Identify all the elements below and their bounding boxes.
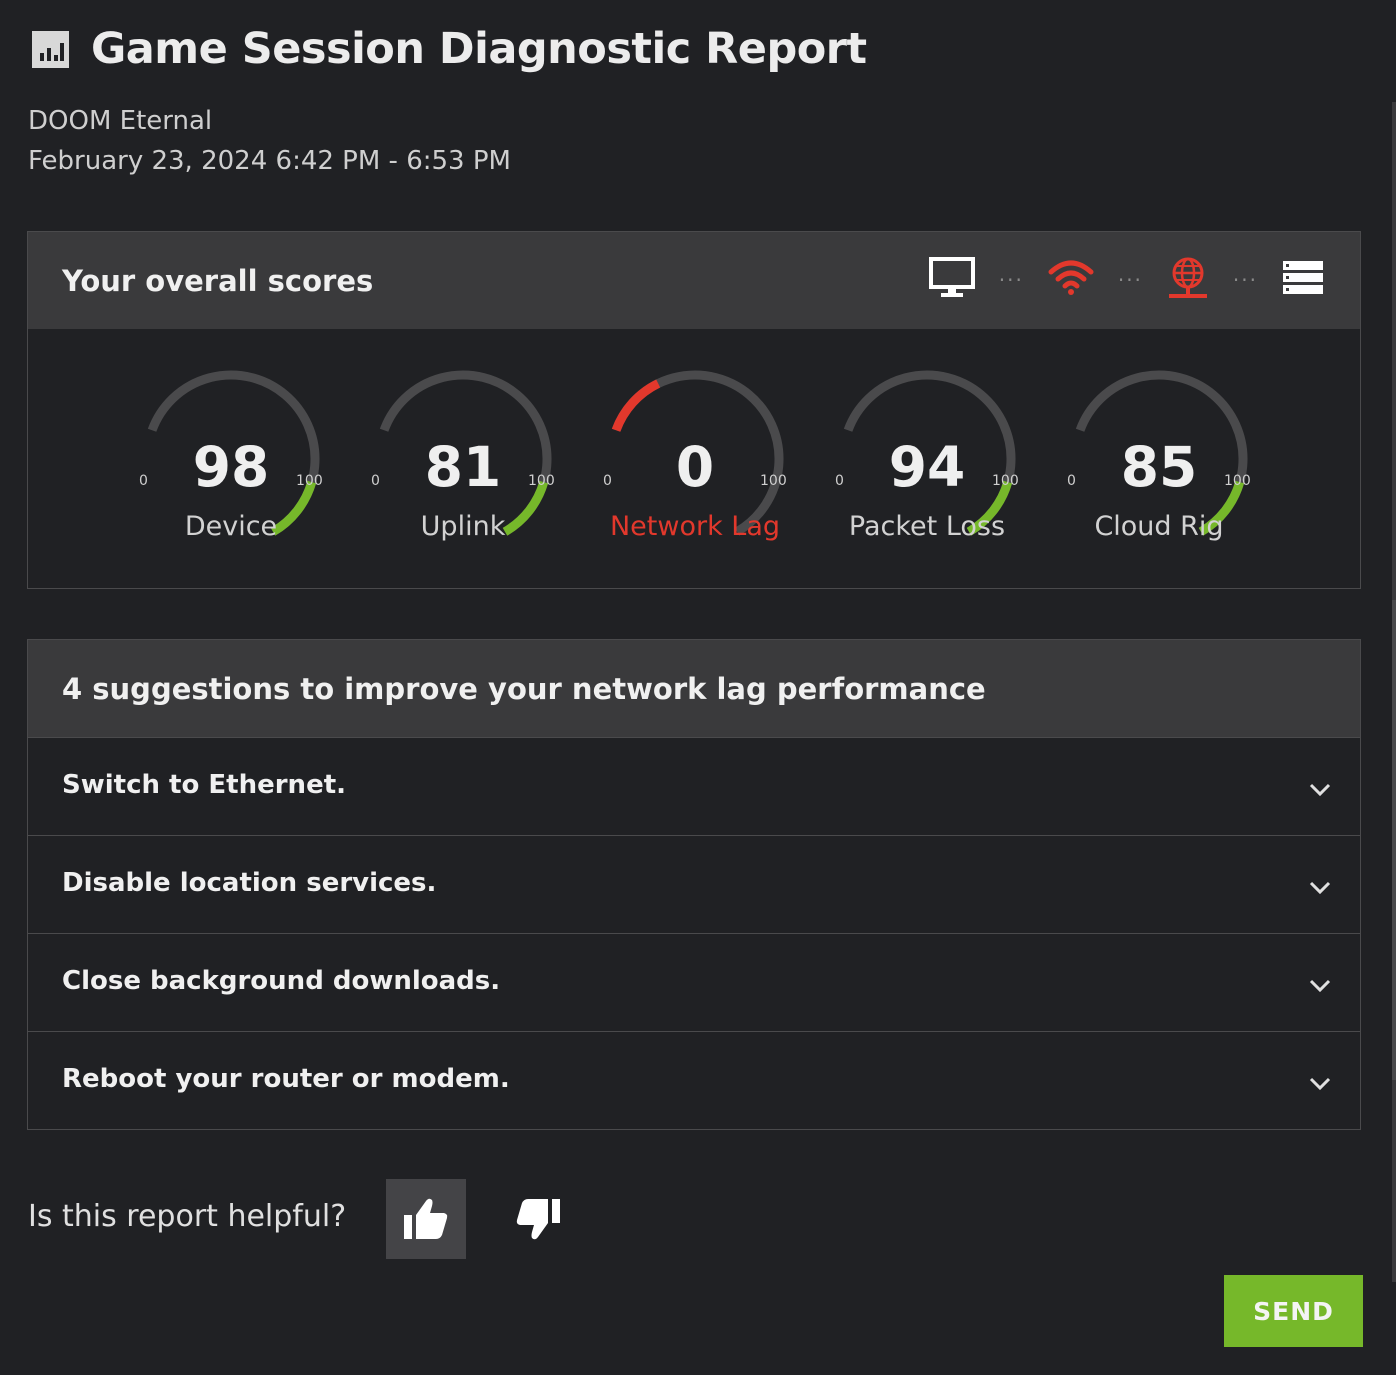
suggestions-title: 4 suggestions to improve your network la…	[62, 672, 986, 706]
gauge-uplink: 81 0 100 Uplink	[363, 369, 563, 569]
suggestions-header: 4 suggestions to improve your network la…	[28, 640, 1360, 738]
send-button[interactable]: SEND	[1224, 1275, 1363, 1347]
gauge-max: 100	[1224, 473, 1251, 489]
gauge-value: 81	[424, 435, 502, 499]
session-date-range: February 23, 2024 6:42 PM - 6:53 PM	[28, 146, 511, 176]
scores-title: Your overall scores	[62, 264, 374, 298]
page-title: Game Session Diagnostic Report	[91, 24, 867, 74]
gauge-min: 0	[139, 473, 148, 489]
thumbs-up-button[interactable]	[386, 1179, 466, 1259]
chevron-down-icon[interactable]	[1308, 880, 1332, 896]
gauge-label: Packet Loss	[848, 511, 1006, 542]
suggestion-switch-ethernet[interactable]: Switch to Ethernet.	[28, 738, 1360, 836]
scores-header: Your overall scores ··· ··· ···	[28, 232, 1360, 329]
suggestion-disable-location[interactable]: Disable location services.	[28, 836, 1360, 934]
game-name: DOOM Eternal	[28, 106, 213, 136]
chevron-down-icon[interactable]	[1308, 978, 1332, 994]
suggestion-text: Switch to Ethernet.	[62, 770, 347, 800]
connection-path: ··· ··· ···	[928, 256, 1324, 304]
path-connector: ···	[1117, 268, 1143, 292]
gauge-min: 0	[371, 473, 380, 489]
report-chart-icon	[32, 30, 69, 68]
gauge-max: 100	[528, 473, 555, 489]
gauge-min: 0	[835, 473, 844, 489]
chevron-down-icon[interactable]	[1308, 782, 1332, 798]
suggestion-close-downloads[interactable]: Close background downloads.	[28, 934, 1360, 1032]
server-icon	[1282, 260, 1324, 300]
gauge-label: Network Lag	[609, 511, 781, 542]
gauge-max: 100	[296, 473, 323, 489]
wifi-icon	[1048, 260, 1094, 300]
monitor-icon	[928, 257, 975, 303]
overall-scores-panel: Your overall scores ··· ··· ··· 98 0 100…	[27, 231, 1361, 589]
chevron-down-icon[interactable]	[1308, 1076, 1332, 1092]
gauge-label: Device	[184, 511, 278, 542]
suggestion-text: Disable location services.	[62, 868, 437, 898]
report-header: Game Session Diagnostic Report	[32, 24, 867, 74]
suggestions-panel: 4 suggestions to improve your network la…	[27, 639, 1361, 1130]
suggestion-text: Reboot your router or modem.	[62, 1064, 510, 1094]
thumbs-down-button[interactable]	[498, 1179, 578, 1259]
suggestion-reboot-router[interactable]: Reboot your router or modem.	[28, 1032, 1360, 1130]
gauge-value: 85	[1120, 435, 1198, 499]
gauge-fill	[611, 379, 661, 432]
thumbs-up-icon	[404, 1198, 448, 1239]
thumbs-down-icon	[516, 1199, 560, 1240]
gauge-max: 100	[992, 473, 1019, 489]
gauge-network-lag: 0 0 100 Network Lag	[595, 369, 795, 569]
gauge-label: Uplink	[420, 511, 506, 542]
path-connector: ···	[998, 268, 1024, 292]
scrollbar-thumb[interactable]	[1392, 600, 1396, 1080]
gauge-min: 0	[603, 473, 612, 489]
score-gauges: 98 0 100 Device 81 0 100 Uplink 0 0 100 …	[28, 329, 1360, 589]
path-connector: ···	[1232, 268, 1258, 292]
gauge-max: 100	[760, 473, 787, 489]
gauge-label: Cloud Rig	[1094, 511, 1224, 542]
gauge-packet-loss: 94 0 100 Packet Loss	[827, 369, 1027, 569]
gauge-value: 94	[888, 435, 966, 499]
gauge-value: 0	[675, 435, 715, 499]
gauge-value: 98	[192, 435, 270, 499]
feedback-question: Is this report helpful?	[28, 1199, 347, 1234]
suggestion-text: Close background downloads.	[62, 966, 501, 996]
globe-icon	[1167, 256, 1209, 304]
gauge-cloud-rig: 85 0 100 Cloud Rig	[1059, 369, 1259, 569]
gauge-device: 98 0 100 Device	[131, 369, 331, 569]
gauge-min: 0	[1067, 473, 1076, 489]
